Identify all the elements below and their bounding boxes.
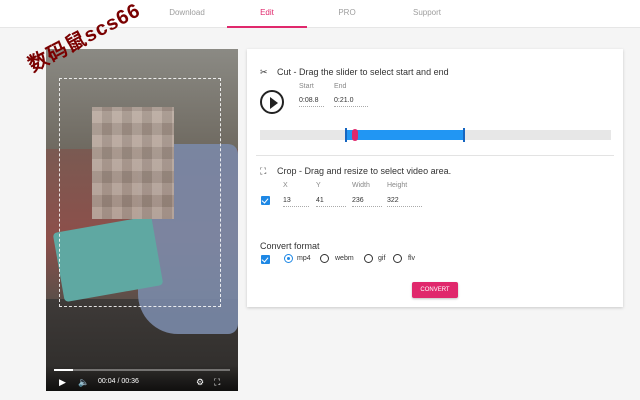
tab-support[interactable]: Support [387, 0, 467, 26]
crop-enable-checkbox[interactable] [261, 196, 270, 205]
crop-height-label: Height [387, 182, 408, 189]
edit-panel: ✂ Cut - Drag the slider to select start … [247, 49, 623, 307]
cut-playhead-marker[interactable] [351, 129, 358, 141]
video-progress-track[interactable] [54, 369, 230, 371]
crop-icon: ⛶ [260, 166, 267, 176]
gear-icon[interactable]: ⚙ [196, 377, 204, 387]
video-time: 00:04 / 00:36 [98, 378, 139, 385]
end-label: End [334, 83, 347, 90]
volume-icon[interactable]: 🔈 [78, 377, 89, 387]
format-mp4-label: mp4 [297, 255, 311, 262]
section-divider [256, 155, 614, 156]
crop-width-input[interactable]: 236 [352, 197, 382, 207]
format-gif-label: gif [378, 255, 386, 262]
crop-width-label: Width [352, 182, 370, 189]
cut-title: Cut - Drag the slider to select start an… [277, 67, 449, 77]
tab-pro[interactable]: PRO [307, 0, 387, 26]
format-flv-label: flv [408, 255, 415, 262]
crop-y-input[interactable]: 41 [316, 197, 346, 207]
format-enable-checkbox[interactable] [261, 255, 270, 264]
tab-edit[interactable]: Edit [227, 0, 307, 28]
start-label: Start [299, 83, 314, 90]
end-time-input[interactable]: 0:21.0 [334, 97, 368, 107]
scissors-icon: ✂ [260, 67, 268, 77]
crop-rectangle[interactable] [59, 78, 221, 307]
crop-x-label: X [283, 182, 288, 189]
start-time-input[interactable]: 0:08.8 [299, 97, 324, 107]
crop-x-input[interactable]: 13 [283, 197, 309, 207]
crop-y-label: Y [316, 182, 321, 189]
cut-end-handle[interactable] [462, 128, 465, 142]
convert-format-title: Convert format [260, 241, 320, 251]
play-preview-button[interactable] [260, 90, 284, 114]
convert-button[interactable]: CONVERT [412, 282, 458, 298]
video-progress-fill [54, 369, 74, 371]
tab-download[interactable]: Download [147, 0, 227, 26]
format-webm-label: webm [335, 255, 354, 262]
cut-start-handle[interactable] [344, 128, 347, 142]
fullscreen-icon[interactable]: ⛶ [214, 377, 220, 387]
crop-height-input[interactable]: 322 [387, 197, 422, 207]
format-mp4-radio[interactable] [284, 254, 293, 263]
cut-range-slider[interactable] [260, 128, 611, 142]
format-flv-radio[interactable] [393, 254, 402, 263]
video-preview[interactable]: ▶ 🔈 00:04 / 00:36 ⚙ ⛶ [46, 49, 238, 391]
video-controls: ▶ 🔈 00:04 / 00:36 ⚙ ⛶ [46, 365, 238, 391]
crop-title: Crop - Drag and resize to select video a… [277, 166, 452, 176]
play-icon[interactable]: ▶ [59, 377, 66, 387]
cut-range-selection [345, 130, 464, 140]
format-gif-radio[interactable] [364, 254, 373, 263]
format-webm-radio[interactable] [320, 254, 329, 263]
